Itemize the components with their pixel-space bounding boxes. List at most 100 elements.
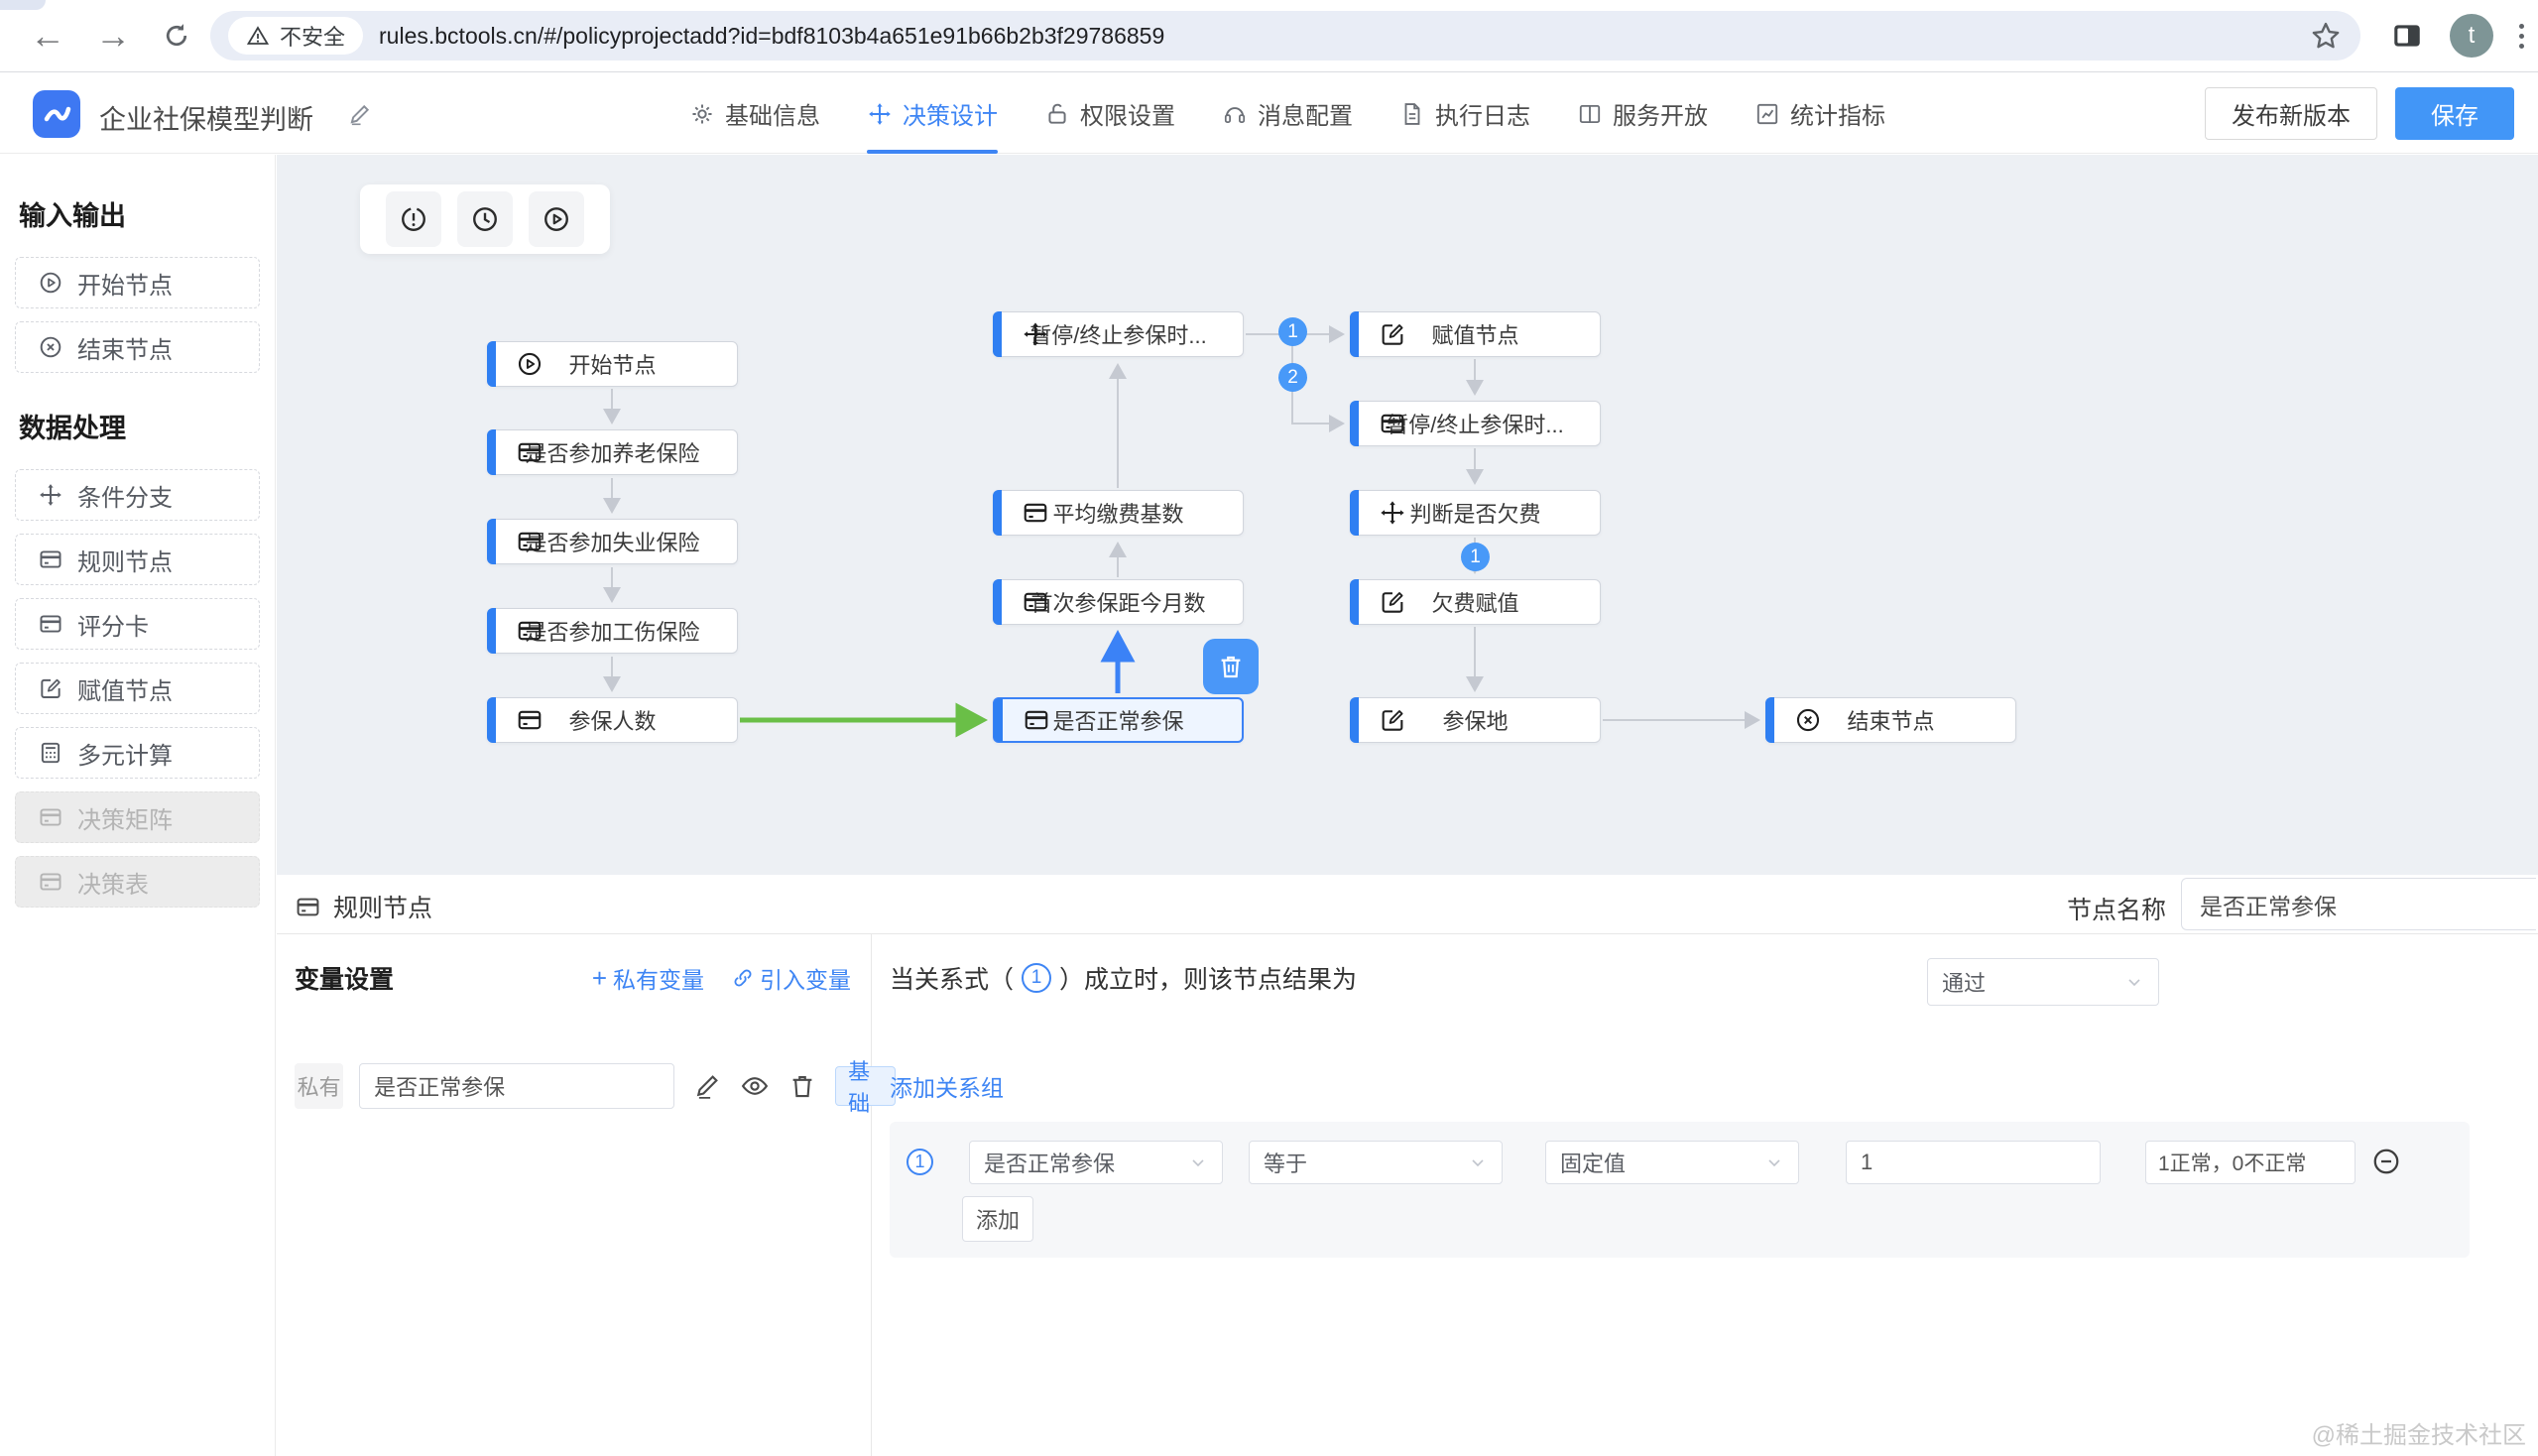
tab-decision-design[interactable]: 决策设计 [867,73,998,154]
delete-node-button[interactable] [1203,639,1259,694]
trash-icon[interactable] [787,1071,817,1101]
browser-menu-icon[interactable] [2519,24,2524,49]
tab-service-open[interactable]: 服务开放 [1577,73,1708,154]
card-icon [295,894,321,920]
flow-node-injury[interactable]: 是否参加工伤保险 [487,608,738,654]
calculator-icon [38,740,63,766]
palette-section-title: 数据处理 [19,407,260,445]
card-icon [38,611,63,637]
card-icon [38,804,63,830]
palette-item-assign-node[interactable]: 赋值节点 [15,663,260,714]
security-label: 不安全 [280,20,345,52]
node-config-panel: 规则节点 节点名称 变量设置 + 私有变量 引入变量 私有 基础 当 [277,875,2538,1456]
palette-item-start-node[interactable]: 开始节点 [15,257,260,308]
condition-value-input[interactable] [1846,1141,2101,1184]
trash-icon [1216,652,1246,681]
validate-button[interactable] [386,191,441,247]
flow-node-suspend-terminate-2[interactable]: 暂停/终止参保时... [1350,401,1601,446]
save-button[interactable]: 保存 [2395,87,2514,140]
book-icon [1577,101,1603,127]
variables-title: 变量设置 [295,960,394,996]
add-condition-button[interactable]: 添加 [962,1196,1033,1242]
reload-icon [162,21,191,51]
flow-node-insured-count[interactable]: 参保人数 [487,697,738,743]
browser-back-button[interactable]: ← [22,10,73,61]
bookmark-star-icon[interactable] [2309,19,2343,53]
result-select[interactable]: 通过 [1927,958,2159,1006]
node-name-input[interactable] [2181,878,2536,930]
flow-node-suspend-terminate-1[interactable]: 暂停/终止参保时... [993,311,1244,357]
edit-icon [1379,588,1406,616]
condition-value-type-select[interactable]: 固定值 [1545,1141,1799,1184]
error-icon [399,204,428,234]
tab-message-config[interactable]: 消息配置 [1222,73,1353,154]
tab-statistics[interactable]: 统计指标 [1754,73,1885,154]
tab-basic-info[interactable]: 基础信息 [689,73,820,154]
add-relation-group-link[interactable]: 添加关系组 [890,1069,1004,1103]
card-icon [38,869,63,895]
flow-node-insured-place[interactable]: 参保地 [1350,697,1601,743]
card-icon [1022,588,1049,616]
eye-icon[interactable] [740,1071,770,1101]
url-text[interactable]: rules.bctools.cn/#/policyprojectadd?id=b… [379,23,2309,50]
edit-icon [1379,320,1406,348]
flow-node-normal-insured[interactable]: 是否正常参保 [993,697,1244,743]
variable-scope-tag: 私有 [295,1063,343,1109]
relation-sentence: 当关系式（ 1 ）成立时，则该节点结果为 [890,960,1357,996]
tab-permissions[interactable]: 权限设置 [1044,73,1175,154]
card-icon [1022,499,1049,527]
flow-node-arrears-assign[interactable]: 欠费赋值 [1350,579,1601,625]
chevron-down-icon [1764,1153,1784,1172]
palette-item-condition-branch[interactable]: 条件分支 [15,469,260,521]
remove-condition-icon[interactable] [2371,1147,2401,1176]
x-circle-icon [1794,706,1822,734]
flow-node-end[interactable]: 结束节点 [1765,697,2016,743]
card-icon [516,617,544,645]
condition-index-badge: 1 [906,1149,933,1175]
security-chip[interactable]: 不安全 [228,17,363,55]
address-bar[interactable]: 不安全 rules.bctools.cn/#/policyprojectadd?… [210,11,2360,61]
run-button[interactable] [529,191,584,247]
edit-variable-icon[interactable] [692,1071,722,1101]
history-button[interactable] [457,191,513,247]
edit-title-icon[interactable] [347,101,373,127]
flow-canvas[interactable]: 开始节点 是否参加养老保险 是否参加失业保险 是否参加工伤保险 参保人数 暂停/… [277,155,2538,875]
import-variable-link[interactable]: 引入变量 [732,961,851,995]
condition-operator-select[interactable]: 等于 [1249,1141,1503,1184]
add-private-variable-link[interactable]: + 私有变量 [592,961,704,995]
palette-item-end-node[interactable]: 结束节点 [15,321,260,373]
x-circle-icon [38,334,63,360]
browser-reload-button[interactable] [151,10,202,61]
project-title: 企业社保模型判断 [99,98,313,137]
side-panel-icon[interactable] [2390,19,2424,53]
palette-section-title: 输入输出 [19,194,260,233]
tab-strip-remnant [0,0,46,10]
card-icon [1023,706,1050,734]
browser-avatar[interactable]: t [2450,14,2493,58]
palette-item-decision-table: 决策表 [15,856,260,908]
flow-node-start[interactable]: 开始节点 [487,341,738,387]
tab-execution-log[interactable]: 执行日志 [1399,73,1530,154]
flow-node-unemployment[interactable]: 是否参加失业保险 [487,519,738,564]
chevron-down-icon [1188,1153,1208,1172]
flow-node-judge-arrears[interactable]: 判断是否欠费 [1350,490,1601,536]
palette-item-multi-calc[interactable]: 多元计算 [15,727,260,779]
panel-header: 规则节点 节点名称 [277,875,2538,934]
condition-remark-input[interactable] [2145,1141,2356,1184]
flow-node-assign[interactable]: 赋值节点 [1350,311,1601,357]
condition-field-select[interactable]: 是否正常参保 [969,1141,1223,1184]
plus-icon: + [592,963,607,994]
app-logo [33,90,80,138]
warning-triangle-icon [246,24,270,48]
header-tabs: 基础信息 决策设计 权限设置 消息配置 执行日志 服务开放 统计指标 [689,73,1885,154]
palette-item-score-card[interactable]: 评分卡 [15,598,260,650]
browser-forward-button[interactable]: → [87,10,139,61]
flow-node-first-insured-months[interactable]: 首次参保距今月数 [993,579,1244,625]
variable-name-input[interactable] [359,1063,674,1109]
flow-node-avg-base[interactable]: 平均缴费基数 [993,490,1244,536]
publish-version-button[interactable]: 发布新版本 [2205,87,2377,140]
lock-icon [1044,101,1070,127]
card-icon [516,706,544,734]
palette-item-rule-node[interactable]: 规则节点 [15,534,260,585]
flow-node-pension[interactable]: 是否参加养老保险 [487,429,738,475]
